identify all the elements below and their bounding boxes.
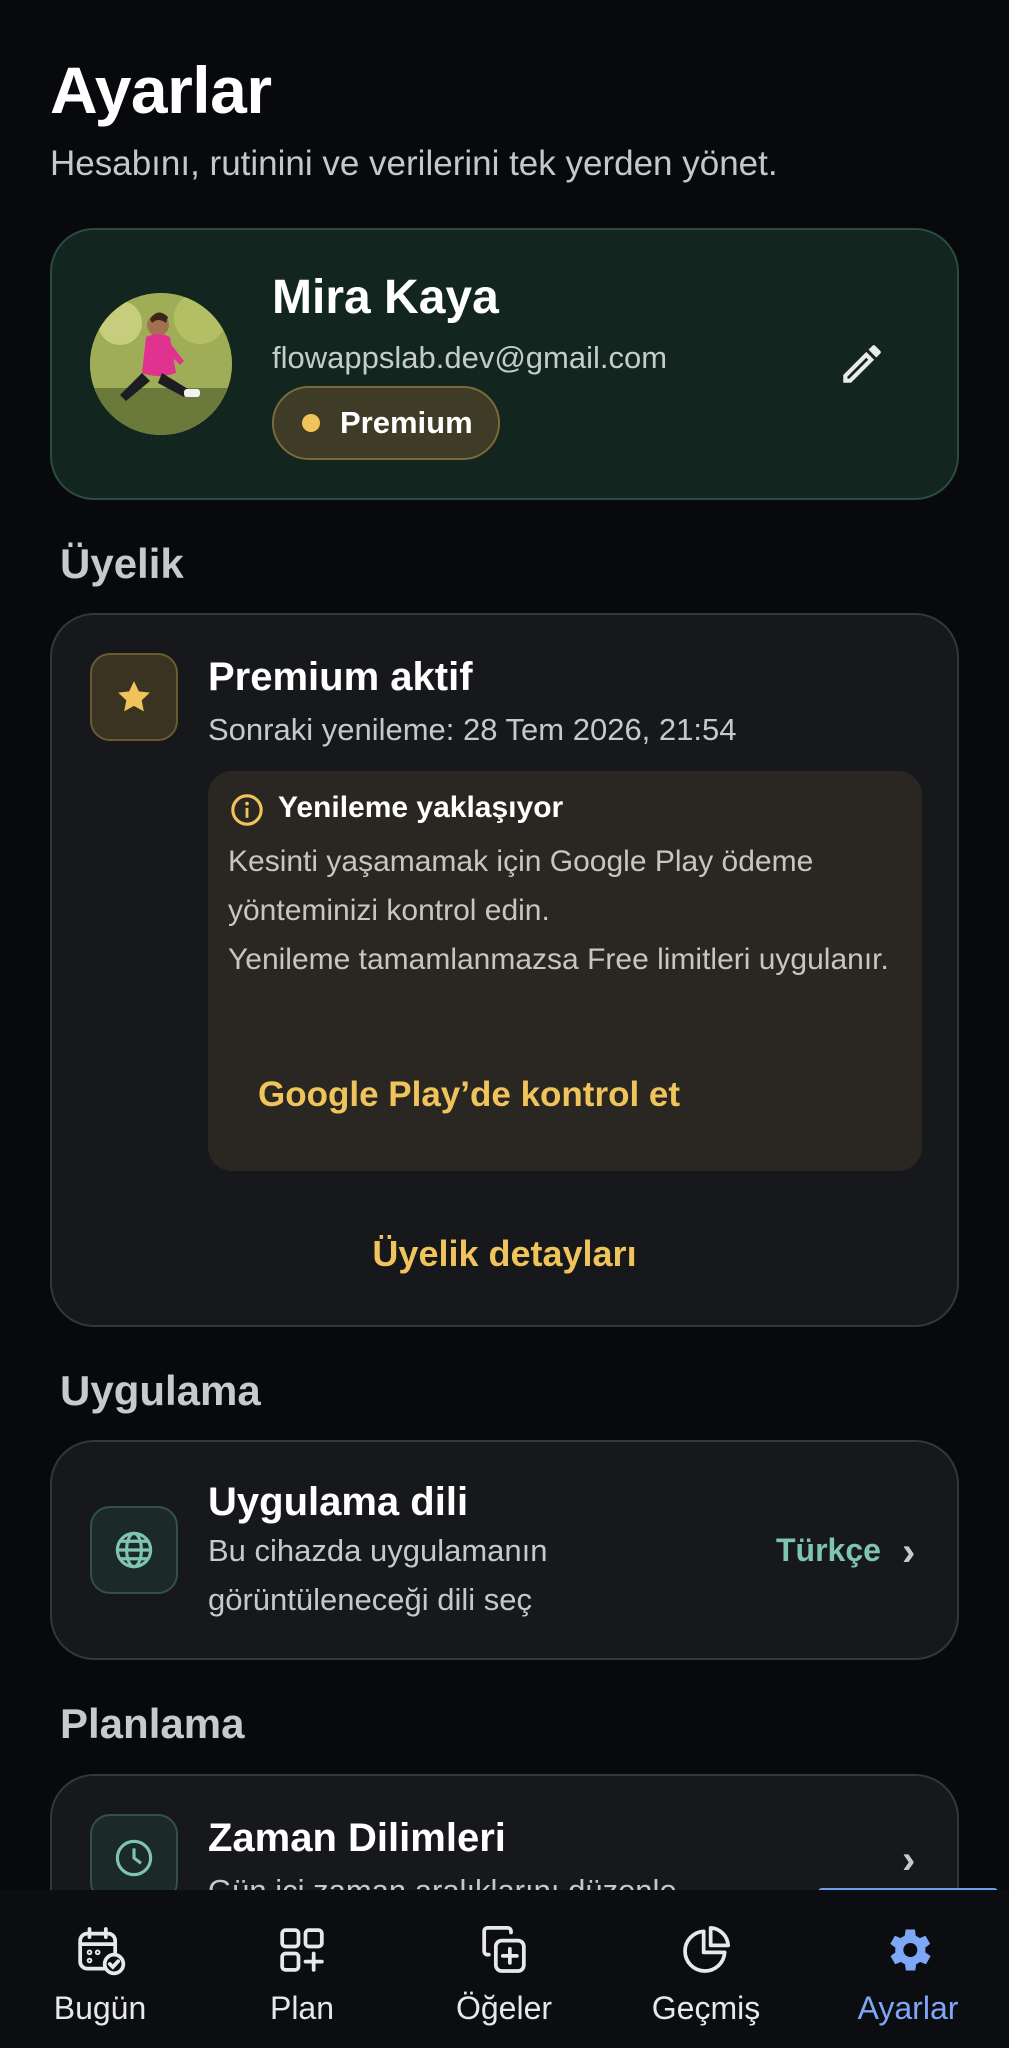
check-google-play-button[interactable]: Google Play’de kontrol et (258, 1075, 680, 1115)
notice-body-line-2: Yenileme tamamlanmazsa Free limitleri uy… (228, 943, 889, 976)
app-language-row[interactable]: Uygulama dili Bu cihazda uygulamanın gör… (50, 1440, 959, 1660)
pencil-icon (843, 345, 881, 383)
pie-chart-icon (683, 1925, 731, 1973)
nav-label-ogeler: Öğeler (455, 1990, 553, 2026)
info-icon (231, 794, 263, 826)
renewal-notice: Yenileme yaklaşıyor Kesinti yaşamamak iç… (208, 771, 922, 1171)
time-zones-row[interactable]: Zaman Dilimleri Gün içi zaman aralıkları… (50, 1774, 959, 1890)
notice-title: Yenileme yaklaşıyor (278, 791, 564, 824)
notice-body: Kesinti yaşamamak için Google Play ödeme… (228, 837, 908, 984)
avatar[interactable] (90, 293, 232, 435)
scroll-clip: Zaman Dilimleri Gün içi zaman aralıkları… (0, 1770, 1009, 1890)
nav-label-plan: Plan (269, 1990, 335, 2026)
notice-body-line-1: Kesinti yaşamamak için Google Play ödeme… (228, 845, 814, 927)
grid-plus-icon (280, 1928, 324, 1972)
globe-icon (115, 1531, 153, 1569)
nav-item-bugun[interactable]: Bugün (0, 1922, 200, 2027)
renewal-date: Sonraki yenileme: 28 Tem 2026, 21:54 (208, 712, 737, 747)
profile-card[interactable]: Mira Kaya flowappslab.dev@gmail.com Prem… (50, 228, 959, 500)
page-subtitle: Hesabını, rutinini ve verilerini tek yer… (50, 144, 778, 183)
language-icon-tile (90, 1506, 178, 1594)
section-heading-membership: Üyelik (60, 540, 184, 587)
page-title: Ayarlar (50, 53, 272, 127)
app-language-title: Uygulama dili (208, 1480, 469, 1524)
nav-label-gecmis: Geçmiş (651, 1990, 761, 2026)
clock-icon (115, 1839, 153, 1877)
membership-card: Premium aktif Sonraki yenileme: 28 Tem 2… (50, 613, 959, 1327)
premium-dot-icon (302, 414, 320, 432)
star-icon (118, 681, 150, 712)
time-zones-title: Zaman Dilimleri (208, 1816, 506, 1860)
gear-icon (890, 1929, 931, 1971)
copy-plus-icon (482, 1925, 526, 1973)
edit-profile-button[interactable] (830, 332, 894, 396)
nav-item-plan[interactable]: Plan (202, 1922, 402, 2027)
calendar-check-icon (78, 1927, 126, 1976)
membership-details-button[interactable]: Üyelik detayları (52, 1233, 957, 1275)
bottom-nav: Bugün Plan Öğeler Geçmiş Ayarlar (0, 1890, 1009, 2048)
profile-name: Mira Kaya (272, 271, 499, 324)
membership-icon-tile (90, 653, 178, 741)
app-language-description: Bu cihazda uygulamanın görüntüleneceği d… (208, 1533, 548, 1617)
section-heading-planning: Planlama (60, 1700, 245, 1747)
premium-badge-label: Premium (340, 405, 473, 440)
chevron-right-icon: › (902, 1838, 916, 1882)
profile-email: flowappslab.dev@gmail.com (272, 340, 668, 375)
nav-item-ogeler[interactable]: Öğeler (404, 1922, 604, 2027)
section-heading-app: Uygulama (60, 1367, 261, 1414)
nav-item-gecmis[interactable]: Geçmiş (606, 1922, 806, 2027)
nav-item-ayarlar[interactable]: Ayarlar (808, 1922, 1008, 2027)
nav-label-bugun: Bugün (53, 1990, 147, 2026)
time-zones-icon-tile (90, 1814, 178, 1890)
nav-label-ayarlar: Ayarlar (857, 1990, 959, 2026)
app-language-value: Türkçe (776, 1532, 881, 1568)
premium-badge: Premium (272, 386, 500, 460)
membership-status-title: Premium aktif (208, 655, 473, 699)
avatar-photo (90, 293, 232, 435)
chevron-right-icon: › (902, 1530, 916, 1574)
time-zones-description: Gün içi zaman aralıklarını düzenle (208, 1866, 677, 1890)
